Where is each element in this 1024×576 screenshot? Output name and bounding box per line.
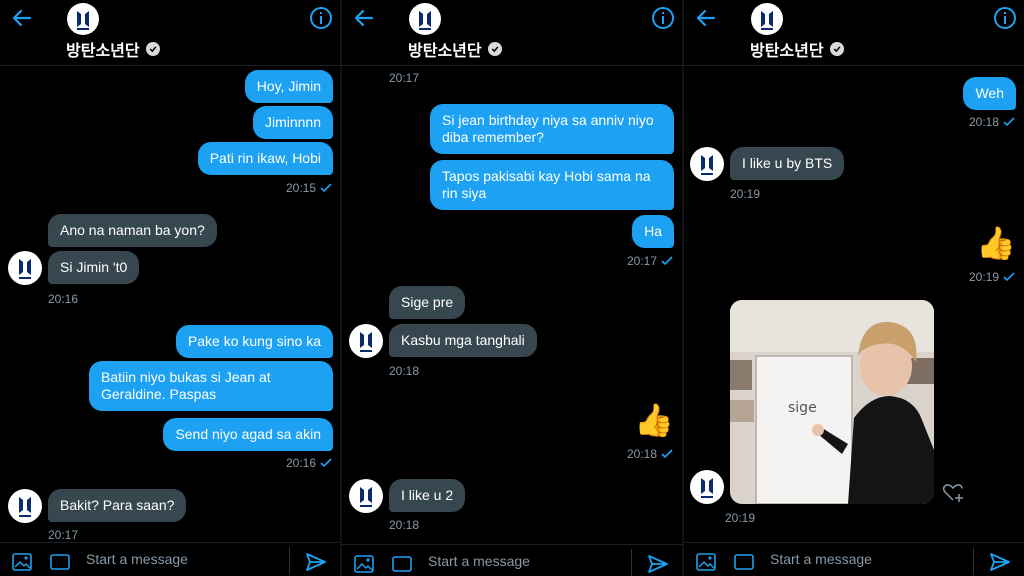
bts-logo-avatar[interactable] [8, 489, 42, 523]
message-outgoing[interactable]: Pati rin ikaw, Hobi [197, 142, 333, 175]
composer-divider [631, 549, 632, 576]
message-composer: Start a message [342, 544, 682, 576]
composer-divider [289, 547, 290, 575]
info-icon[interactable] [651, 6, 675, 30]
conversation-title: 방탄소년단 [66, 37, 160, 61]
check-icon [661, 256, 673, 266]
info-icon[interactable] [993, 6, 1017, 30]
message-timestamp: 20:17 [389, 71, 420, 85]
message-outgoing[interactable]: Batiin niyo bukas si Jean at Geraldine. … [89, 361, 333, 411]
composer-divider [973, 547, 974, 575]
arrow-left-icon[interactable] [352, 6, 376, 30]
message-incoming[interactable]: Si Jimin 't0 [48, 251, 140, 284]
message-incoming[interactable]: Kasbu mga tanghali [389, 324, 537, 357]
thumbs-up-emoji[interactable]: 👍 [976, 225, 1016, 261]
message-outgoing[interactable]: Send niyo agad sa akin [163, 418, 333, 451]
message-timestamp: 20:18 [389, 518, 420, 532]
check-icon [1003, 272, 1015, 282]
send-icon[interactable] [989, 552, 1011, 572]
message-timestamp: 20:15 [286, 181, 332, 195]
verified-badge-icon [487, 42, 502, 56]
message-timestamp: 20:17 [627, 254, 673, 268]
verified-badge-icon [145, 42, 160, 56]
verified-badge-icon [829, 42, 844, 56]
message-incoming[interactable]: I like u by BTS [730, 147, 845, 180]
conversation-header: 방탄소년단 [342, 0, 682, 66]
image-icon[interactable] [696, 553, 716, 571]
message-outgoing[interactable]: Si jean birthday niya sa anniv niyo diba… [430, 104, 674, 154]
bts-logo-avatar[interactable] [690, 147, 724, 181]
message-incoming[interactable]: Bakit? Para saan? [48, 489, 187, 522]
conversation-title: 방탄소년단 [750, 37, 844, 61]
conversation-header: 방탄소년단 [684, 0, 1024, 66]
bts-logo-avatar[interactable] [751, 3, 783, 35]
send-icon[interactable] [305, 552, 327, 572]
message-incoming[interactable]: Sige pre [389, 286, 466, 319]
image-icon[interactable] [12, 553, 32, 571]
send-icon[interactable] [647, 554, 669, 574]
message-timestamp: 20:18 [627, 447, 673, 461]
message-input[interactable]: Start a message [428, 553, 530, 569]
message-timestamp: 20:18 [389, 364, 420, 378]
message-timestamp: 20:19 [730, 187, 761, 201]
arrow-left-icon[interactable] [10, 6, 34, 30]
photo-message[interactable]: sige [730, 300, 934, 504]
check-icon [1003, 117, 1015, 127]
check-icon [661, 449, 673, 459]
gif-button[interactable] [392, 556, 412, 572]
bts-logo-avatar[interactable] [690, 470, 724, 504]
gif-button[interactable] [50, 554, 70, 570]
message-timestamp: 20:18 [969, 115, 1015, 129]
message-outgoing[interactable]: Tapos pakisabi kay Hobi sama na rin siya [430, 160, 674, 210]
message-outgoing[interactable]: Hoy, Jimin [244, 70, 333, 103]
photo-whiteboard-text: sige [788, 400, 817, 416]
arrow-left-icon[interactable] [694, 6, 718, 30]
heart-add-icon[interactable] [942, 482, 964, 504]
message-outgoing[interactable]: Weh [963, 77, 1016, 110]
message-outgoing[interactable]: Ha [632, 215, 674, 248]
bts-logo-avatar[interactable] [8, 251, 42, 285]
bts-logo-avatar[interactable] [67, 3, 99, 35]
dm-panel-2: 방탄소년단 20:17 Si jean birthday niya sa ann… [342, 0, 682, 576]
gif-button[interactable] [734, 554, 754, 570]
photo-image: sige [730, 300, 934, 504]
bts-logo-avatar[interactable] [349, 479, 383, 513]
dm-panel-1: 방탄소년단 Hoy, Jimin Jiminnnn Pati rin ikaw,… [0, 0, 340, 576]
message-timestamp: 20:19 [969, 270, 1015, 284]
conversation-header: 방탄소년단 [0, 0, 340, 66]
message-incoming[interactable]: I like u 2 [389, 479, 466, 512]
message-timestamp: 20:16 [48, 292, 79, 306]
message-composer: Start a message [0, 542, 340, 576]
message-outgoing[interactable]: Jiminnnn [252, 106, 333, 139]
info-icon[interactable] [309, 6, 333, 30]
thumbs-up-emoji[interactable]: 👍 [634, 402, 674, 438]
check-icon [320, 183, 332, 193]
bts-logo-avatar[interactable] [349, 324, 383, 358]
message-incoming[interactable]: Ano na naman ba yon? [48, 214, 217, 247]
message-input[interactable]: Start a message [770, 551, 872, 567]
message-timestamp: 20:19 [725, 511, 756, 525]
check-icon [320, 458, 332, 468]
dm-panel-3: 방탄소년단 Weh 20:18 I like u by BTS 20:19 👍 … [684, 0, 1024, 576]
message-input[interactable]: Start a message [86, 551, 188, 567]
conversation-title: 방탄소년단 [408, 37, 502, 61]
message-outgoing[interactable]: Pake ko kung sino ka [175, 325, 333, 358]
message-composer: Start a message [684, 542, 1024, 576]
message-timestamp: 20:16 [286, 456, 332, 470]
image-icon[interactable] [354, 555, 374, 573]
message-timestamp: 20:17 [48, 528, 79, 542]
bts-logo-avatar[interactable] [409, 3, 441, 35]
